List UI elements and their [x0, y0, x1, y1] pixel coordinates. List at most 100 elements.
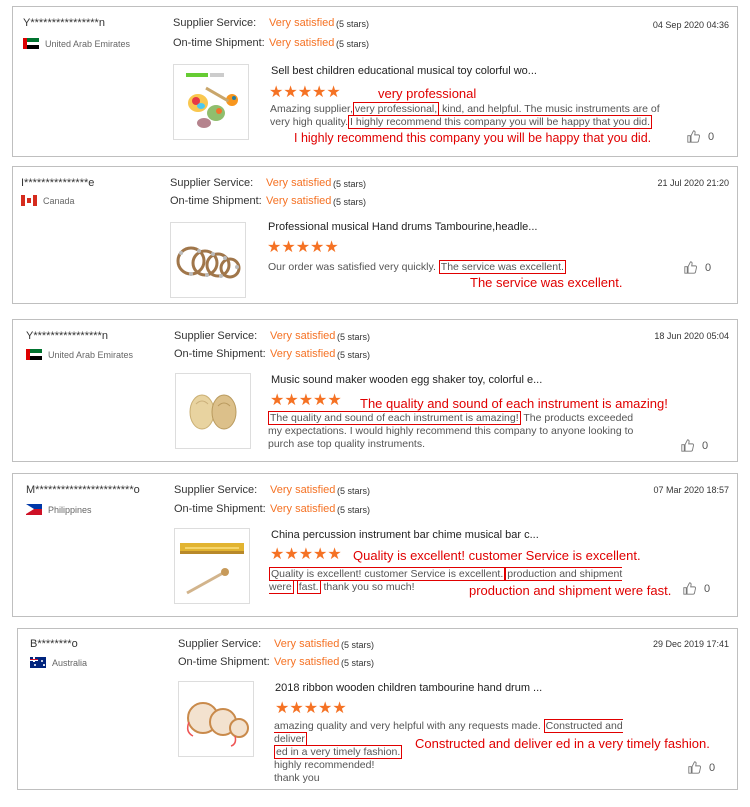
ontime-shipment-value: Very satisfied	[269, 37, 335, 49]
ontime-shipment-stars: (5 stars)	[337, 350, 371, 360]
annotation-label: The quality and sound of each instrument…	[360, 396, 668, 411]
review-card: Y****************n United Arab Emirates …	[12, 319, 738, 462]
product-title[interactable]: Music sound maker wooden egg shaker toy,…	[271, 374, 542, 386]
reviewer-name: Y****************n	[26, 330, 108, 342]
review-date: 21 Jul 2020 21:20	[657, 178, 729, 188]
tambourine-image	[176, 246, 241, 279]
review-date: 04 Sep 2020 04:36	[652, 20, 729, 30]
ontime-shipment-stars: (5 stars)	[336, 39, 370, 49]
egg-shaker-image	[189, 394, 237, 430]
annotation-label: Constructed and deliver ed in a very tim…	[415, 736, 710, 751]
philippines-flag-icon	[26, 504, 42, 515]
ontime-shipment-label: On-time Shipment:	[174, 503, 266, 515]
reviewer-name: M***********************o	[26, 484, 140, 496]
supplier-service-value: Very satisfied	[270, 330, 336, 342]
review-date: 07 Mar 2020 18:57	[653, 485, 729, 495]
review-card: Y****************n United Arab Emirates …	[12, 6, 738, 157]
ontime-shipment-stars: (5 stars)	[333, 197, 367, 207]
review-card: M***********************o Philippines Su…	[12, 473, 738, 617]
reviewer-name: Y****************n	[23, 17, 105, 29]
review-date: 18 Jun 2020 05:04	[654, 331, 729, 341]
toy-image	[186, 73, 238, 128]
thumbs-up-icon	[681, 439, 694, 452]
rating-stars: ★★★★★	[269, 84, 341, 101]
ontime-shipment-value: Very satisfied	[270, 503, 336, 515]
rating-stars: ★★★★★	[270, 546, 342, 563]
reviewer-name: I***************e	[21, 177, 95, 189]
product-title[interactable]: Professional musical Hand drums Tambouri…	[268, 221, 537, 233]
ontime-shipment-value: Very satisfied	[266, 195, 332, 207]
rating-stars: ★★★★★	[270, 392, 342, 409]
like-count: 0	[709, 761, 716, 774]
supplier-service-label: Supplier Service:	[178, 638, 262, 650]
thumbs-up-icon	[683, 582, 696, 595]
supplier-service-stars: (5 stars)	[336, 19, 370, 29]
like-count: 0	[702, 439, 709, 452]
annotation-label: production and shipment were fast.	[469, 583, 672, 598]
rating-stars: ★★★★★	[267, 239, 339, 256]
thumbs-up-icon	[684, 261, 697, 274]
product-thumbnail[interactable]	[173, 64, 249, 140]
ontime-shipment-stars: (5 stars)	[341, 658, 375, 668]
australia-flag-icon	[30, 657, 46, 668]
product-title[interactable]: Sell best children educational musical t…	[271, 65, 537, 77]
ontime-shipment-label: On-time Shipment:	[178, 656, 270, 668]
reviewer-country: United Arab Emirates	[26, 349, 133, 360]
annotation-label: The service was excellent.	[470, 275, 623, 290]
reviewer-country: United Arab Emirates	[23, 38, 130, 49]
supplier-service-stars: (5 stars)	[333, 179, 367, 189]
thumbs-up-icon	[688, 761, 701, 774]
thumbs-up-icon	[687, 130, 700, 143]
like-count: 0	[705, 261, 712, 274]
like-button[interactable]: 0	[683, 582, 710, 595]
like-button[interactable]: 0	[687, 130, 714, 143]
ontime-shipment-label: On-time Shipment:	[174, 348, 266, 360]
reviewer-country: Philippines	[26, 504, 92, 515]
review-text: Our order was satisfied very quickly. Th…	[268, 260, 566, 274]
supplier-service-value: Very satisfied	[270, 484, 336, 496]
supplier-service-stars: (5 stars)	[337, 486, 371, 496]
annotation-label: Quality is excellent! customer Service i…	[353, 548, 641, 563]
like-count: 0	[704, 582, 711, 595]
like-count: 0	[708, 130, 715, 143]
reviewer-country: Australia	[30, 657, 87, 668]
uae-flag-icon	[23, 38, 39, 49]
supplier-service-value: Very satisfied	[274, 638, 340, 650]
review-card: I***************e Canada Supplier Servic…	[12, 166, 738, 304]
supplier-service-label: Supplier Service:	[174, 484, 258, 496]
review-date: 29 Dec 2019 17:41	[652, 639, 729, 649]
review-text: The quality and sound of each instrument…	[268, 411, 634, 450]
bar-chime-image	[180, 543, 244, 595]
tambourine-drum-image	[186, 702, 249, 747]
ontime-shipment-value: Very satisfied	[274, 656, 340, 668]
supplier-service-value: Very satisfied	[269, 17, 335, 29]
supplier-service-label: Supplier Service:	[174, 330, 258, 342]
review-text: Amazing supplier, very professional, kind…	[270, 102, 660, 129]
like-button[interactable]: 0	[684, 261, 711, 274]
reviewer-country: Canada	[21, 195, 75, 206]
ontime-shipment-value: Very satisfied	[270, 348, 336, 360]
supplier-service-label: Supplier Service:	[170, 177, 254, 189]
supplier-service-stars: (5 stars)	[337, 332, 371, 342]
annotation-label: I highly recommend this company you will…	[294, 131, 652, 145]
reviewer-name: B********o	[30, 638, 78, 650]
product-thumbnail[interactable]	[170, 222, 246, 298]
annotation-label: very professional	[378, 86, 477, 101]
product-thumbnail[interactable]	[178, 681, 254, 757]
like-button[interactable]: 0	[688, 761, 715, 774]
ontime-shipment-stars: (5 stars)	[337, 505, 371, 515]
supplier-service-label: Supplier Service:	[173, 17, 257, 29]
supplier-service-stars: (5 stars)	[341, 640, 375, 650]
uae-flag-icon	[26, 349, 42, 360]
like-button[interactable]: 0	[681, 439, 708, 452]
product-title[interactable]: 2018 ribbon wooden children tambourine h…	[275, 682, 542, 694]
product-thumbnail[interactable]	[175, 373, 251, 449]
product-thumbnail[interactable]	[174, 528, 250, 604]
product-title[interactable]: China percussion instrument bar chime mu…	[271, 529, 539, 541]
ontime-shipment-label: On-time Shipment:	[170, 195, 262, 207]
review-text: amazing quality and very helpful with an…	[274, 719, 623, 784]
review-card: B********o Australia Supplier Service: V…	[17, 628, 738, 790]
canada-flag-icon	[21, 195, 37, 206]
rating-stars: ★★★★★	[275, 700, 347, 717]
ontime-shipment-label: On-time Shipment:	[173, 37, 265, 49]
